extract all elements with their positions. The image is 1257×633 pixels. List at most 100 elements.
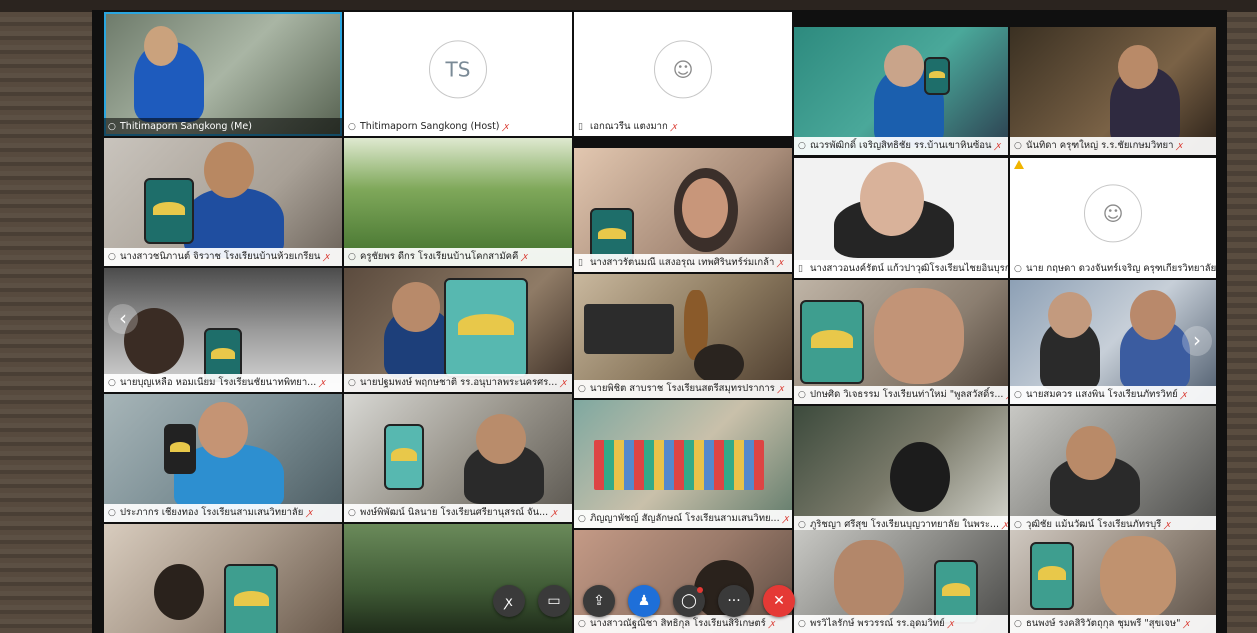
participant-name: ○ Thitimaporn Sangkong (Me): [104, 118, 342, 136]
participant-tile[interactable]: ○ นางสาวชนิภานต์ จิรวาช โรงเรียนบ้านห้วยเ…: [104, 138, 342, 266]
warning-icon: [1014, 160, 1024, 169]
muted-mic-icon: ꭗ: [503, 122, 509, 132]
mic-icon: ○: [1014, 390, 1022, 400]
participant-name: ○ ธนพงษ์ รงคสิริวัตถุกุล ชุมพรี "สุขเจษ" ꭗ: [1010, 615, 1216, 633]
participant-name: ○ นาย กฤษดา ดวงจันทร์เจริญ ครุฑเกียรวิทยา…: [1010, 260, 1216, 278]
mute-button[interactable]: ꭗ: [493, 585, 525, 617]
participant-tile[interactable]: TS ○ Thitimaporn Sangkong (Host) ꭗ: [344, 12, 572, 136]
mic-icon: ○: [798, 619, 806, 629]
muted-mic-icon: ꭗ: [778, 258, 784, 268]
video-grid: ○ Thitimaporn Sangkong (Me) TS ○ Thitimapo…: [104, 12, 1216, 633]
avatar-placeholder-icon: ☺: [654, 40, 712, 99]
share-button[interactable]: ⇪: [583, 585, 615, 617]
participant-tile[interactable]: ○ นายพิชิต สาบราช โรงเรียนสตรีสมุทรปราการ…: [574, 274, 792, 398]
participant-video: [794, 27, 1008, 147]
muted-mic-icon: ꭗ: [1002, 520, 1008, 530]
participant-video: [344, 394, 572, 504]
participant-video: [104, 394, 342, 510]
participant-tile[interactable]: ○ นันทิดา ครุฑใหญ่ ร.ร.ชัยเกษมวิทยา ꭗ: [1010, 27, 1216, 155]
more-button[interactable]: ···: [718, 585, 750, 617]
participant-name: ○ ครูชัยพร ดีกร โรงเรียนบ้านโคกสามัคคี ꭗ: [344, 248, 572, 266]
participant-video: [1010, 27, 1216, 147]
mic-icon: ○: [108, 378, 116, 388]
next-page-button[interactable]: ›: [1182, 326, 1212, 356]
mic-icon: ○: [798, 141, 806, 151]
participant-video: [104, 524, 342, 633]
participant-name: ○ พรวิไลรักษ์ พรวรรณ์ รร.อุดมวิทย์ ꭗ: [794, 615, 1008, 633]
participant-name: ○ นายสมควร แสงพิน โรงเรียนภัทรวิทย์ ꭗ: [1010, 386, 1216, 404]
muted-mic-icon: ꭗ: [1165, 520, 1171, 530]
notification-dot: [697, 587, 703, 593]
muted-mic-icon: ꭗ: [324, 252, 330, 262]
participant-tile[interactable]: ○ ภิญญาพัชญ์ สัญลักษณ์ โรงเรียนสามเสนวิทย…: [574, 400, 792, 528]
participant-tile[interactable]: [104, 524, 342, 633]
chat-button[interactable]: ◯: [673, 585, 705, 617]
participant-tile[interactable]: ○ ภูริชญา ศรีสุข โรงเรียนบุญวาทยาลัย ในพร…: [794, 406, 1008, 534]
muted-mic-icon: ꭗ: [783, 514, 789, 524]
muted-mic-icon: ꭗ: [1007, 390, 1008, 400]
participant-video: [794, 280, 1008, 386]
participant-video: [104, 268, 342, 382]
muted-mic-icon: ꭗ: [1177, 141, 1183, 151]
participant-name: ▯ เอกณวรีน แตงมาก ꭗ: [574, 118, 792, 136]
avatar: TS: [429, 40, 487, 99]
mic-icon: ○: [108, 122, 116, 132]
avatar-placeholder-icon: ☺: [1084, 184, 1142, 243]
participant-video: [1010, 406, 1216, 516]
participant-tile[interactable]: ○ ณวรพัฒิกดิ์ เจริญสิทธิชัย รร.บ้านเขาหิน…: [794, 27, 1008, 155]
participant-video: [794, 158, 1008, 260]
participant-tile[interactable]: ○ ประภากร เชียงทอง โรงเรียนสามเสนวิทยาลัย…: [104, 394, 342, 522]
participant-video: [104, 12, 342, 122]
participant-tile[interactable]: ○ พงษ์พิพัฒน์ นิลนาย โรงเรียนศรียานุสรณ์ …: [344, 394, 572, 522]
participant-tile[interactable]: ○ นายบุญเหลือ หอมเนียม โรงเรียนชัยนาทพิทย…: [104, 268, 342, 392]
participant-tile[interactable]: ○ ปกษศิด วิเจธรรม โรงเรียนท่าใหม่ "พูลสวั…: [794, 280, 1008, 404]
video-off-icon: ▭: [547, 593, 561, 609]
participant-video: [574, 148, 792, 262]
participants-button[interactable]: ♟: [628, 585, 660, 617]
phone-icon: ▯: [798, 264, 803, 274]
muted-mic-icon: ꭗ: [561, 378, 567, 388]
participant-name: ○ ภิญญาพัชญ์ สัญลักษณ์ โรงเรียนสามเสนวิทย…: [574, 510, 792, 528]
muted-mic-icon: ꭗ: [1181, 390, 1187, 400]
participant-tile[interactable]: ▯ นางสาวรัตนมณี แสงอรุณ เทพศิรินทร์ร่มเกล…: [574, 148, 792, 272]
participant-video: [574, 274, 792, 384]
participant-name: ○ พงษ์พิพัฒน์ นิลนาย โรงเรียนศรียานุสรณ์ …: [344, 504, 572, 522]
participant-name: ○ ณวรพัฒิกดิ์ เจริญสิทธิชัย รร.บ้านเขาหิน…: [794, 137, 1008, 155]
participant-tile[interactable]: ○ วุฒิชัย แม้นวัฒน์ โรงเรียนภัทรบุรี ꭗ: [1010, 406, 1216, 534]
participant-video: [574, 400, 792, 510]
participant-name: ○ นางสาวชนิภานต์ จิรวาช โรงเรียนบ้านห้วยเ…: [104, 248, 342, 266]
muted-mic-icon: ꭗ: [552, 508, 557, 518]
participant-name: ○ นายปฐมพงษ์ พฤกษชาติ รร.อนุบาลพระนครศร..…: [344, 374, 572, 392]
participant-tile[interactable]: ○ นายปฐมพงษ์ พฤกษชาติ รร.อนุบาลพระนครศร..…: [344, 268, 572, 392]
participant-tile[interactable]: ○ ธนพงษ์ รงคสิริวัตถุกุล ชุมพรี "สุขเจษ" ꭗ: [1010, 530, 1216, 633]
mic-icon: ○: [578, 514, 586, 524]
participant-tile[interactable]: ☺ ○ นาย กฤษดา ดวงจันทร์เจริญ ครุฑเกียรวิท…: [1010, 158, 1216, 278]
chevron-left-icon: ‹: [119, 306, 127, 330]
participant-tile[interactable]: ▯ นางสาวอนงค์รัตน์ แก้วปาวุฒิโรงเรียนไชยอ…: [794, 158, 1008, 278]
participant-tile[interactable]: ○ พรวิไลรักษ์ พรวรรณ์ รร.อุดมวิทย์ ꭗ: [794, 530, 1008, 633]
meeting-toolbar: ꭗ ▭ ⇪ ♟ ◯ ··· ✕: [493, 585, 795, 629]
muted-mic-icon: ꭗ: [505, 593, 513, 610]
mic-icon: ○: [1014, 264, 1022, 274]
participant-name: ○ ประภากร เชียงทอง โรงเรียนสามเสนวิทยาลัย…: [104, 504, 342, 522]
phone-icon: ▯: [578, 258, 583, 268]
participant-tile[interactable]: ○ Thitimaporn Sangkong (Me): [104, 12, 342, 136]
participant-video: [794, 530, 1008, 624]
muted-mic-icon: ꭗ: [320, 378, 326, 388]
chevron-right-icon: ›: [1193, 328, 1201, 352]
participant-tile[interactable]: ○ ครูชัยพร ดีกร โรงเรียนบ้านโคกสามัคคี ꭗ: [344, 138, 572, 266]
background-wall-left: [0, 0, 92, 633]
video-button[interactable]: ▭: [538, 585, 570, 617]
participant-name: ○ นายพิชิต สาบราช โรงเรียนสตรีสมุทรปราการ…: [574, 380, 792, 398]
participant-tile[interactable]: ○ นายสมควร แสงพิน โรงเรียนภัทรวิทย์ ꭗ ›: [1010, 280, 1216, 404]
participant-video: [1010, 530, 1216, 620]
mic-icon: ○: [1014, 619, 1022, 629]
share-icon: ⇪: [593, 593, 605, 609]
muted-mic-icon: ꭗ: [671, 122, 677, 132]
previous-page-button[interactable]: ‹: [108, 304, 138, 334]
leave-button[interactable]: ✕: [763, 585, 795, 617]
participant-video: [104, 138, 342, 258]
phone-icon: ▯: [578, 122, 583, 132]
mic-icon: ○: [348, 122, 356, 132]
participant-tile[interactable]: ☺ ▯ เอกณวรีน แตงมาก ꭗ: [574, 12, 792, 136]
